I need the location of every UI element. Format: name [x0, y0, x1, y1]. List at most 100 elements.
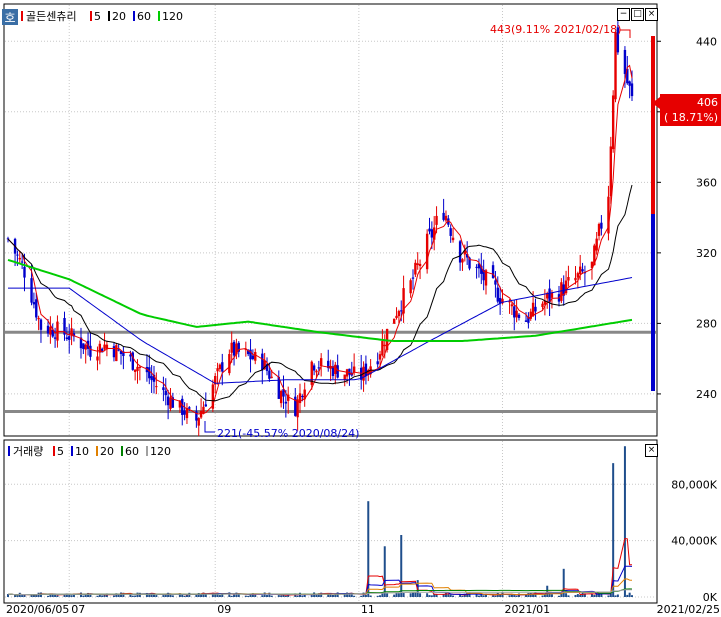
candle-body	[449, 228, 452, 236]
candle-body	[494, 280, 497, 285]
candle-body	[32, 302, 36, 305]
candle-body	[336, 365, 339, 378]
volume-bar	[30, 595, 33, 597]
candle-body	[65, 337, 69, 340]
volume-bar	[120, 592, 123, 597]
volume-bar	[419, 593, 422, 597]
x-tick-label: 11	[361, 603, 375, 616]
candle-body	[46, 325, 50, 334]
legend-ma-label: 120	[162, 10, 183, 23]
candle-body	[442, 212, 445, 220]
candle-body	[37, 317, 40, 320]
candle-body	[381, 341, 384, 356]
candle-body	[148, 367, 151, 379]
candle-body	[411, 277, 415, 279]
restore-button[interactable]: □	[631, 8, 644, 21]
candle-body	[435, 215, 438, 225]
candle-body	[155, 386, 158, 388]
candle-body	[576, 273, 580, 278]
volume-bar	[631, 595, 633, 597]
candle-body	[117, 349, 120, 351]
legend-ma-label: 20	[112, 10, 126, 23]
candle-body	[343, 374, 346, 380]
volume-bar	[131, 595, 134, 597]
candle-body	[496, 287, 499, 302]
volume-bar	[452, 595, 455, 597]
stock-chart[interactable]: 2402803203604004400K40,000K80,000K 2020/…	[0, 0, 721, 617]
volume-bar	[428, 595, 431, 597]
candle-body	[188, 407, 191, 409]
volume-bar	[494, 595, 497, 597]
volume-bar	[343, 594, 346, 597]
candle-body	[166, 396, 170, 406]
candle-body	[531, 302, 535, 317]
candle-body	[611, 95, 615, 150]
candle-body	[84, 344, 87, 350]
candle-body	[216, 368, 219, 372]
candle-body	[623, 49, 627, 74]
candle-body	[352, 366, 356, 373]
candle-body	[397, 311, 401, 317]
volume-bar	[508, 595, 511, 597]
candle-body	[418, 263, 422, 267]
candle-body	[414, 262, 417, 275]
volume-bar	[244, 595, 247, 597]
candle-body	[534, 306, 537, 312]
volume-bar	[171, 595, 174, 597]
volume-bar	[47, 595, 50, 597]
candle-body	[475, 266, 478, 268]
candle-body	[254, 352, 257, 361]
volume-bar	[310, 595, 313, 597]
volume-bar	[183, 595, 186, 597]
candle-body	[284, 401, 288, 404]
candle-body	[96, 356, 99, 361]
legend-ma-label: 120	[150, 445, 171, 458]
candle-body	[428, 228, 431, 232]
volume-panel-frame	[3, 439, 658, 604]
volume-bar	[626, 594, 629, 597]
legend-ma-label: 60	[125, 445, 139, 458]
volume-bar	[628, 592, 631, 597]
candle-body	[20, 261, 24, 263]
candle-body	[400, 310, 403, 312]
candle-body	[16, 254, 19, 256]
candle-body	[315, 370, 318, 373]
candle-body	[451, 237, 455, 241]
volume-bar	[247, 595, 250, 597]
volume-bar	[616, 594, 619, 597]
volume-bar	[369, 595, 372, 597]
candle-body	[376, 361, 379, 365]
volume-close-button[interactable]: ×	[645, 444, 658, 457]
volume-bar	[461, 595, 464, 597]
candle-body	[409, 280, 412, 294]
volume-bar	[513, 595, 516, 597]
volume-bar	[101, 595, 104, 597]
volume-bar	[54, 594, 57, 597]
close-button[interactable]: ×	[645, 8, 658, 21]
candle-body	[574, 277, 577, 281]
volume-bar	[103, 594, 106, 597]
volume-bar	[395, 592, 398, 597]
volume-bar	[492, 595, 495, 597]
candle-body	[169, 397, 172, 409]
candle-body	[614, 32, 617, 100]
volume-bar	[558, 595, 561, 597]
candle-body	[416, 263, 419, 265]
candle-body	[378, 354, 382, 360]
minimize-button[interactable]: −	[617, 8, 630, 21]
legend-swatch	[96, 446, 98, 456]
legend-swatch	[121, 446, 123, 456]
legend-ma-label: 5	[57, 445, 64, 458]
price-tick-label: 360	[696, 176, 717, 189]
volume-bar	[16, 595, 19, 597]
volume-tick-label: 80,000K	[671, 478, 717, 491]
candle-body	[23, 266, 26, 278]
volume-bar	[277, 595, 280, 597]
badge-label: 호	[4, 11, 15, 25]
x-tick-label: 2020/06/05	[6, 603, 69, 616]
candle-body	[112, 346, 116, 358]
volume-bar	[21, 595, 24, 597]
volume-bar	[402, 593, 405, 597]
candle-body	[301, 396, 304, 398]
candle-body	[567, 277, 570, 281]
